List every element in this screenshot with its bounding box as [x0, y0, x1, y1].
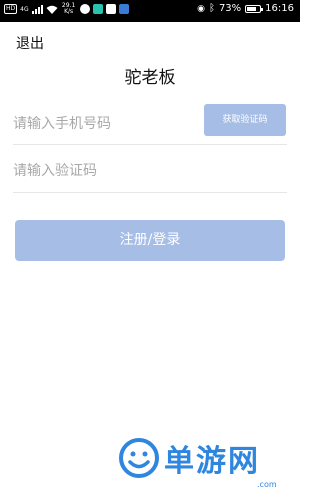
- status-bar-left: HD 4G 29.1 K/s: [4, 3, 129, 15]
- verification-code-input[interactable]: [13, 163, 193, 179]
- watermark-logo: 单游网: [118, 436, 260, 480]
- phone-input[interactable]: [13, 116, 193, 132]
- register-login-button[interactable]: 注册/登录: [15, 220, 285, 261]
- watermark-brand: 单游网: [164, 444, 260, 479]
- eye-comfort-icon: ◉: [197, 3, 205, 14]
- smiley-face-icon: [119, 438, 159, 478]
- battery-icon: [245, 4, 264, 13]
- exit-button[interactable]: 退出: [16, 33, 44, 53]
- hd-badge: HD: [4, 4, 18, 14]
- notification-app-icon: [105, 4, 116, 14]
- network-speed: 29.1 K/s: [61, 3, 77, 15]
- signal-icon: [31, 4, 43, 14]
- notification-app-icon: [79, 4, 90, 14]
- status-bar: HD 4G 29.1 K/s ◉ ᛒ 73% 16:16: [0, 0, 300, 22]
- wifi-icon: [46, 5, 58, 14]
- network-speed-unit: K/s: [64, 8, 74, 15]
- notification-app-icon: [118, 4, 129, 14]
- code-field-row: [13, 152, 287, 193]
- battery-percent: 73%: [218, 3, 242, 14]
- network-type: 4G: [20, 5, 29, 13]
- clock: 16:16: [265, 3, 294, 14]
- watermark-domain: .com: [257, 480, 277, 489]
- get-code-button[interactable]: 获取验证码: [204, 104, 286, 136]
- notification-app-icon: [92, 4, 103, 14]
- page-title: 驼老板: [124, 68, 176, 88]
- phone-field-row: 获取验证码: [13, 104, 287, 145]
- battery-fill: [247, 6, 257, 11]
- status-bar-right: ◉ ᛒ 73% 16:16: [197, 3, 294, 14]
- bluetooth-icon: ᛒ: [208, 3, 215, 14]
